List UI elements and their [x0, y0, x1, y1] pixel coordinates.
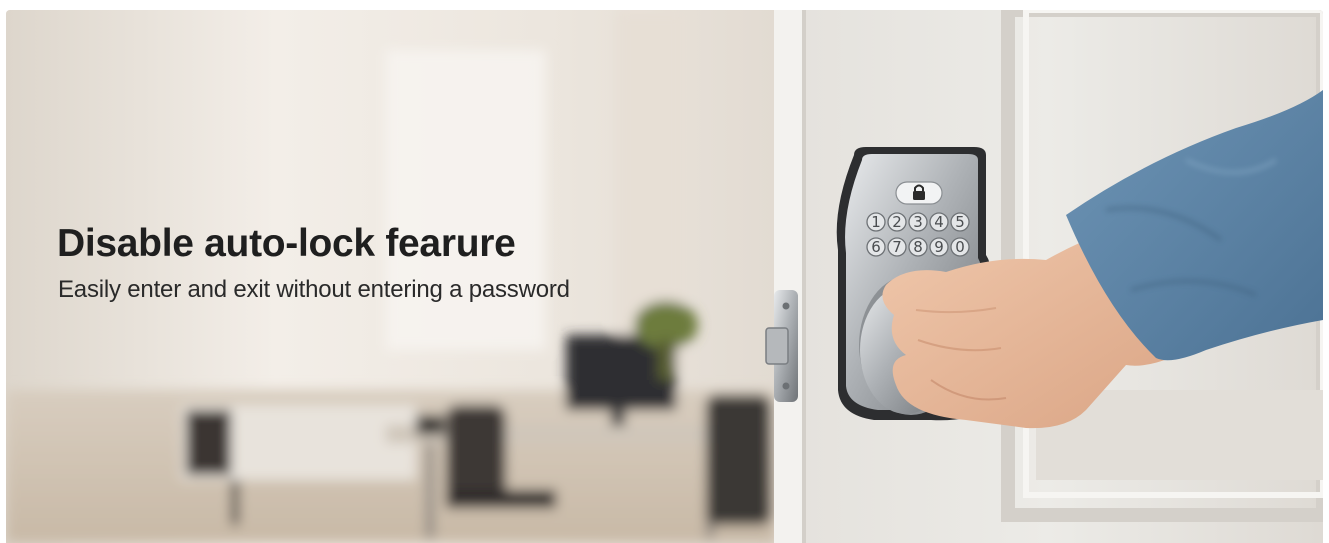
keypad-key: 9 [934, 238, 944, 256]
keypad-key: 8 [913, 238, 923, 256]
banner-subline: Easily enter and exit without entering a… [58, 276, 570, 303]
keypad-key: 0 [955, 238, 965, 256]
keypad-key: 6 [871, 238, 881, 256]
keypad-key: 2 [892, 213, 902, 231]
keypad-key: 1 [871, 213, 881, 231]
hero-banner: 1 2 3 4 5 6 7 8 9 0 Disable auto-lock fe… [6, 10, 1323, 543]
keypad-key: 4 [934, 213, 944, 231]
keypad-key: 7 [892, 238, 902, 256]
banner-headline: Disable auto-lock fearure [57, 222, 516, 265]
keypad-key: 5 [955, 213, 965, 231]
keypad-key: 3 [913, 213, 923, 231]
